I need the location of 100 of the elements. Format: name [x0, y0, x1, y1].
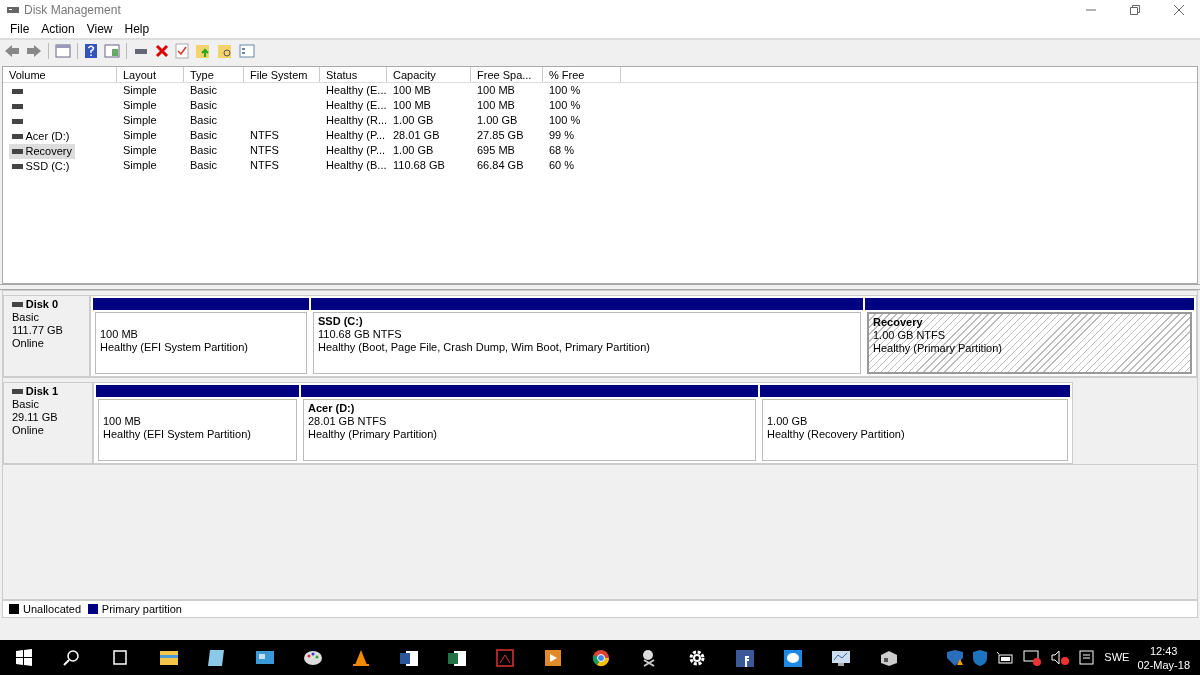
disk-name: Disk 1: [25, 385, 59, 398]
table-cell: Healthy (P...: [326, 144, 386, 156]
panel-icon[interactable]: [104, 44, 120, 58]
column-header[interactable]: Capacity: [387, 67, 471, 82]
table-cell: Basic: [190, 159, 217, 171]
disk-label-panel[interactable]: Disk 0 Basic 111.77 GB Online: [3, 295, 90, 377]
table-cell: 100 %: [549, 84, 581, 96]
partition-block[interactable]: Acer (D:) 28.01 GB NTFS Healthy (Primary Partition): [303, 399, 756, 461]
shield-warning-icon[interactable]: [946, 648, 965, 667]
help-icon[interactable]: [84, 43, 98, 59]
column-header[interactable]: File System: [244, 67, 320, 82]
column-header[interactable]: % Free: [543, 67, 621, 82]
column-header[interactable]: Free Spa...: [471, 67, 543, 82]
table-cell: 68 %: [549, 144, 575, 156]
forward-arrow-icon[interactable]: [26, 44, 42, 58]
speaker-muted-icon[interactable]: [1050, 649, 1071, 666]
partition-block[interactable]: 100 MB Healthy (EFI System Partition): [98, 399, 297, 461]
volume-item[interactable]: Recovery: [9, 144, 75, 159]
delete-icon[interactable]: [155, 44, 169, 58]
folder-search-icon[interactable]: [217, 43, 233, 59]
partition-name: Acer (D:): [308, 402, 356, 415]
partition-name: Recovery: [873, 316, 924, 329]
folder-up-icon[interactable]: [195, 43, 211, 59]
partition-status: Healthy (EFI System Partition): [103, 428, 252, 441]
table-cell: 66.84 GB: [477, 159, 524, 171]
table-cell: 28.01 GB: [393, 129, 440, 141]
table-cell: 1.00 GB: [477, 114, 518, 126]
table-cell: 695 MB: [477, 144, 515, 156]
table-cell: 100 MB: [477, 84, 515, 96]
table-cell: Healthy (B...: [326, 159, 387, 171]
table-cell: 100 MB: [477, 99, 515, 111]
drive-icon: [12, 389, 23, 394]
table-cell: 1.00 GB: [393, 114, 434, 126]
table-cell: Basic: [190, 144, 217, 156]
disk-size: 111.77 GB: [12, 324, 64, 337]
drive-icon: [11, 164, 23, 169]
close-icon[interactable]: [1174, 5, 1184, 15]
partition-size: 28.01 GB NTFS: [308, 415, 388, 428]
drive-icon: [11, 104, 23, 109]
column-header[interactable]: Volume: [3, 67, 117, 82]
column-header[interactable]: Type: [184, 67, 244, 82]
table-cell: NTFS: [250, 129, 279, 141]
disk-size: 29.11 GB: [12, 411, 59, 424]
partition-size: 100 MB: [103, 415, 142, 428]
table-cell: NTFS: [250, 159, 279, 171]
partition-block[interactable]: Recovery 1.00 GB NTFS Healthy (Primary Partition): [867, 312, 1192, 374]
table-cell: 100 %: [549, 114, 581, 126]
table-cell: 100 MB: [393, 99, 431, 111]
clock-time[interactable]: 12:43: [1137, 643, 1190, 658]
disk-status: Online: [12, 424, 45, 437]
partition-block[interactable]: 100 MB Healthy (EFI System Partition): [95, 312, 307, 374]
table-cell: Simple: [123, 114, 157, 126]
volume-item[interactable]: SSD (C:): [9, 159, 73, 174]
volume-item[interactable]: [9, 119, 26, 124]
table-cell: Simple: [123, 99, 157, 111]
column-header[interactable]: Status: [320, 67, 387, 82]
menu-item[interactable]: Action: [35, 20, 81, 38]
partition-size: 1.00 GB NTFS: [873, 329, 947, 342]
window-title: Disk Management: [24, 2, 121, 19]
table-cell: Basic: [190, 129, 217, 141]
restore-icon[interactable]: [1130, 5, 1140, 15]
network-error-icon[interactable]: [1022, 649, 1043, 666]
column-header[interactable]: Layout: [117, 67, 184, 82]
table-cell: 60 %: [549, 159, 575, 171]
drive-icon: [11, 149, 23, 154]
notification-icon[interactable]: [1078, 649, 1097, 666]
table-cell: Basic: [190, 99, 217, 111]
partition-status: Healthy (Primary Partition): [308, 428, 438, 441]
table-cell: Healthy (E...: [326, 84, 387, 96]
menu-item[interactable]: View: [80, 20, 119, 38]
clock-date[interactable]: 02-May-18: [1137, 657, 1190, 672]
table-cell: NTFS: [250, 144, 279, 156]
menu-item[interactable]: File: [4, 20, 36, 38]
partition-block[interactable]: SSD (C:) 110.68 GB NTFS Healthy (Boot, Page File, Crash Dump, Wim Boot, Primary Partition): [313, 312, 861, 374]
partition-status: Healthy (Boot, Page File, Crash Dump, Wim Boot, Primary Partition): [318, 341, 651, 354]
battery-icon[interactable]: [996, 650, 1015, 665]
table-cell: Basic: [190, 114, 217, 126]
volume-item[interactable]: Acer (D:): [9, 129, 73, 144]
disk-type: Basic: [12, 398, 40, 411]
drive-icon: [11, 89, 23, 94]
partition-size: 1.00 GB: [767, 415, 809, 428]
volume-item[interactable]: [9, 104, 26, 109]
table-cell: Healthy (R...: [326, 114, 388, 126]
back-arrow-icon[interactable]: [4, 44, 20, 58]
table-cell: 27.85 GB: [477, 129, 524, 141]
table-cell: 110.68 GB: [393, 159, 445, 171]
menu-item[interactable]: Help: [118, 20, 156, 38]
shield-icon[interactable]: [972, 648, 989, 667]
checklist-icon[interactable]: [175, 43, 189, 59]
disk-label-panel[interactable]: Disk 1 Basic 29.11 GB Online: [3, 382, 93, 464]
partition-name: SSD (C:): [318, 315, 364, 328]
drive-icon: [11, 119, 23, 124]
panel-icon[interactable]: [55, 44, 71, 58]
table-cell: 1.00 GB: [393, 144, 434, 156]
volume-item[interactable]: [9, 89, 26, 94]
language-indicator[interactable]: SWE: [1104, 649, 1130, 666]
properties-icon[interactable]: [239, 44, 255, 58]
partition-block[interactable]: 1.00 GB Healthy (Recovery Partition): [762, 399, 1068, 461]
legend-label: Primary partition: [101, 601, 182, 617]
partition-size: 100 MB: [100, 328, 139, 341]
